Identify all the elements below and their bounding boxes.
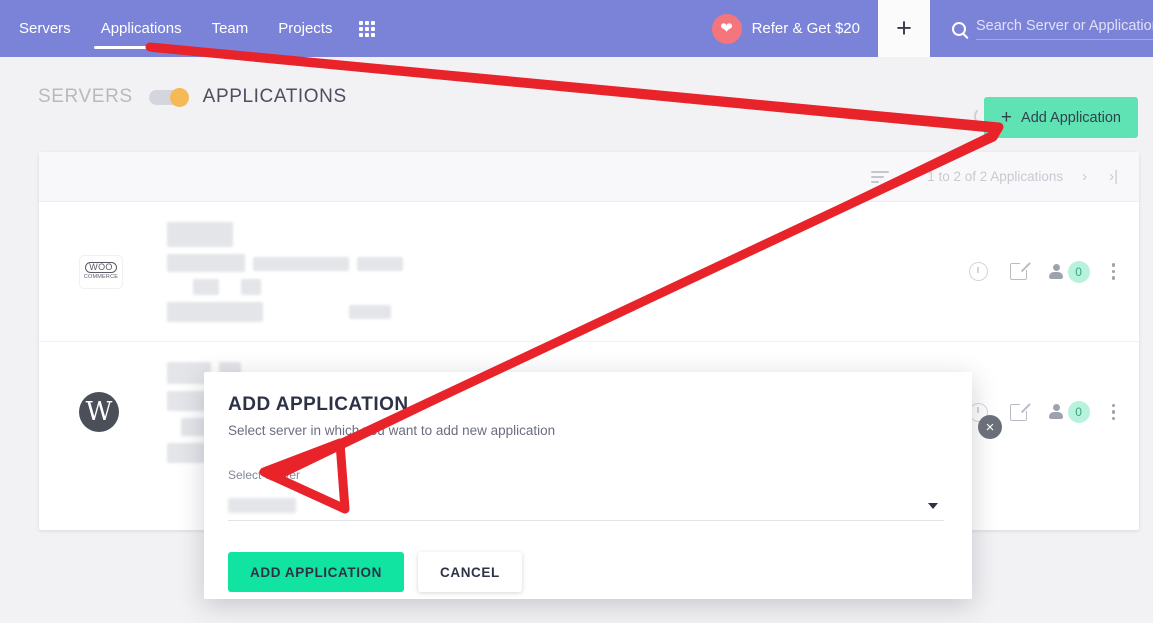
redacted-line xyxy=(167,253,969,272)
select-server-value xyxy=(228,498,296,513)
toggle-switch-icon[interactable] xyxy=(148,87,189,107)
sort-filter-icon[interactable] xyxy=(871,170,890,183)
list-header: 1 to 2 of 2 Applications › ›| xyxy=(39,152,1139,202)
nav-item-applications[interactable]: Applications xyxy=(86,0,197,57)
nav-item-team[interactable]: Team xyxy=(197,0,264,57)
redacted-block xyxy=(357,256,403,271)
toggle-knob xyxy=(169,87,189,107)
page-body: SERVERS APPLICATIONS + Add Application 1… xyxy=(0,57,1153,623)
last-page-icon[interactable]: ›| xyxy=(1106,168,1121,185)
refer-label: Refer & Get $20 xyxy=(751,20,860,37)
modal-actions: ADD APPLICATION CANCEL xyxy=(228,552,944,592)
redacted-block xyxy=(241,278,261,295)
select-server-label: Select Server xyxy=(228,468,301,482)
chevron-down-icon xyxy=(928,502,938,509)
redacted-block xyxy=(253,256,349,271)
nav-item-label: Team xyxy=(211,20,249,37)
add-new-button[interactable]: + xyxy=(878,0,930,57)
search-input[interactable] xyxy=(976,17,1153,40)
external-link-icon[interactable] xyxy=(1009,259,1031,280)
modal-cancel-button[interactable]: CANCEL xyxy=(418,552,522,592)
app-logo: W xyxy=(79,392,157,432)
app-logo: WOO COMMERCE xyxy=(79,254,157,289)
kebab-menu-icon[interactable] xyxy=(1111,263,1115,280)
modal-title: ADD APPLICATION xyxy=(228,394,409,415)
plus-icon: + xyxy=(1000,107,1013,128)
close-glyph: × xyxy=(985,418,995,436)
close-icon[interactable]: × xyxy=(978,415,1002,439)
redacted-block xyxy=(349,304,391,319)
app-users[interactable]: 0 xyxy=(1049,260,1090,283)
kebab-menu-icon[interactable] xyxy=(1111,403,1115,421)
app-users[interactable]: 0 xyxy=(1049,401,1090,423)
refer-and-earn-button[interactable]: ❤ Refer & Get $20 xyxy=(694,0,878,57)
modal-subtitle: Select server in which you want to add n… xyxy=(228,423,556,438)
redacted-block xyxy=(167,221,233,247)
nav-item-label: Applications xyxy=(100,20,182,37)
redacted-block xyxy=(167,253,245,272)
next-page-icon[interactable]: › xyxy=(1079,168,1090,185)
redacted-app-details xyxy=(157,221,969,322)
redacted-line xyxy=(167,278,969,295)
user-count-badge: 0 xyxy=(1067,260,1090,283)
search-icon xyxy=(952,21,966,36)
add-application-modal: ADD APPLICATION Select server in which y… xyxy=(204,372,972,599)
woo-logo-line1: WOO xyxy=(85,262,117,274)
select-server-dropdown[interactable] xyxy=(228,491,944,521)
user-count-badge: 0 xyxy=(1067,401,1090,423)
redacted-line xyxy=(167,221,969,247)
nav-item-projects[interactable]: Projects xyxy=(263,0,347,57)
redacted-block xyxy=(167,301,263,322)
modal-add-application-button[interactable]: ADD APPLICATION xyxy=(228,552,404,592)
pagination-count: 1 to 2 of 2 Applications xyxy=(927,169,1064,184)
woocommerce-logo: WOO COMMERCE xyxy=(79,254,123,289)
search-container xyxy=(930,0,1153,57)
wordpress-glyph: W xyxy=(85,397,113,427)
heart-icon: ❤ xyxy=(711,13,742,44)
redacted-block xyxy=(193,278,219,295)
table-row[interactable]: WOO COMMERCE 0 xyxy=(39,202,1139,342)
add-application-button[interactable]: + Add Application xyxy=(983,97,1138,138)
nav-items: Servers Applications Team Projects xyxy=(0,0,383,57)
app-root: Servers Applications Team Projects ❤ Ref… xyxy=(0,0,1153,623)
external-link-icon[interactable] xyxy=(1009,399,1031,421)
top-navigation-bar: Servers Applications Team Projects ❤ Ref… xyxy=(0,0,1153,57)
add-application-label: Add Application xyxy=(1021,109,1121,126)
plus-icon: + xyxy=(896,13,912,43)
nav-item-label: Servers xyxy=(19,20,71,37)
nav-item-label: Projects xyxy=(278,20,333,37)
redacted-line xyxy=(167,301,969,322)
nav-item-servers[interactable]: Servers xyxy=(4,0,86,57)
clock-history-icon[interactable] xyxy=(968,262,988,281)
user-icon xyxy=(1049,263,1064,280)
breadcrumb-servers[interactable]: SERVERS xyxy=(38,86,133,108)
breadcrumb-applications[interactable]: APPLICATIONS xyxy=(203,86,347,108)
row-actions: 0 xyxy=(968,259,1121,283)
woo-logo-line2: COMMERCE xyxy=(83,274,119,281)
wordpress-logo: W xyxy=(79,392,119,432)
user-icon xyxy=(1049,404,1064,420)
grid-apps-icon[interactable] xyxy=(359,20,376,37)
